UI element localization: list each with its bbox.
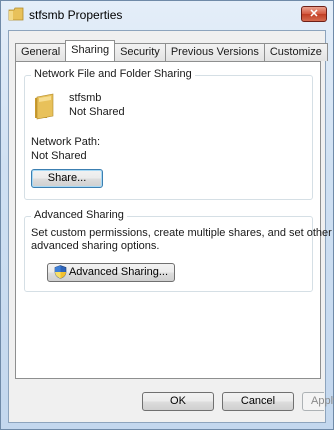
advanced-sharing-description-line1: Set custom permissions, create multiple … (31, 227, 332, 239)
tab-previous-versions[interactable]: Previous Versions (164, 43, 265, 61)
advanced-sharing-button[interactable]: Advanced Sharing... (47, 263, 175, 282)
advanced-sharing-description-line2: advanced sharing options. (31, 240, 160, 252)
close-button[interactable]: ✕ (301, 6, 327, 22)
tab-sharing[interactable]: Sharing (65, 40, 116, 61)
dialog-client-area: General Sharing Security Previous Versio… (8, 30, 334, 423)
advanced-sharing-group: Advanced Sharing Set custom permissions,… (24, 209, 332, 292)
title-bar[interactable]: stfsmb Properties ✕ (1, 1, 333, 29)
properties-window: stfsmb Properties ✕ General Sharing Secu… (0, 0, 334, 430)
tab-strip: General Sharing Security Previous Versio… (15, 40, 328, 61)
sharing-tab-page: Network File and Folder Sharing stfsmb N… (15, 61, 332, 379)
network-sharing-group: Network File and Folder Sharing stfsmb N… (24, 68, 313, 200)
share-button[interactable]: Share... (31, 169, 103, 188)
network-path-label: Network Path: (31, 136, 101, 148)
close-icon: ✕ (309, 8, 319, 20)
apply-button[interactable]: Apply (302, 392, 334, 411)
network-sharing-group-title: Network File and Folder Sharing (31, 68, 195, 80)
tab-customize[interactable]: Customize (263, 43, 328, 61)
folder-icon (35, 93, 54, 120)
network-path-value: Not Shared (31, 150, 87, 162)
advanced-sharing-button-label: Advanced Sharing... (68, 266, 169, 278)
ok-button[interactable]: OK (142, 392, 214, 411)
folder-name: stfsmb (69, 92, 102, 104)
cancel-button[interactable]: Cancel (222, 392, 294, 411)
share-status: Not Shared (69, 106, 125, 118)
tab-security[interactable]: Security (114, 43, 166, 61)
folder-icon (8, 7, 24, 21)
advanced-sharing-group-title: Advanced Sharing (31, 209, 127, 221)
uac-shield-icon (54, 265, 67, 279)
window-title: stfsmb Properties (29, 8, 123, 22)
tab-general[interactable]: General (15, 43, 67, 61)
